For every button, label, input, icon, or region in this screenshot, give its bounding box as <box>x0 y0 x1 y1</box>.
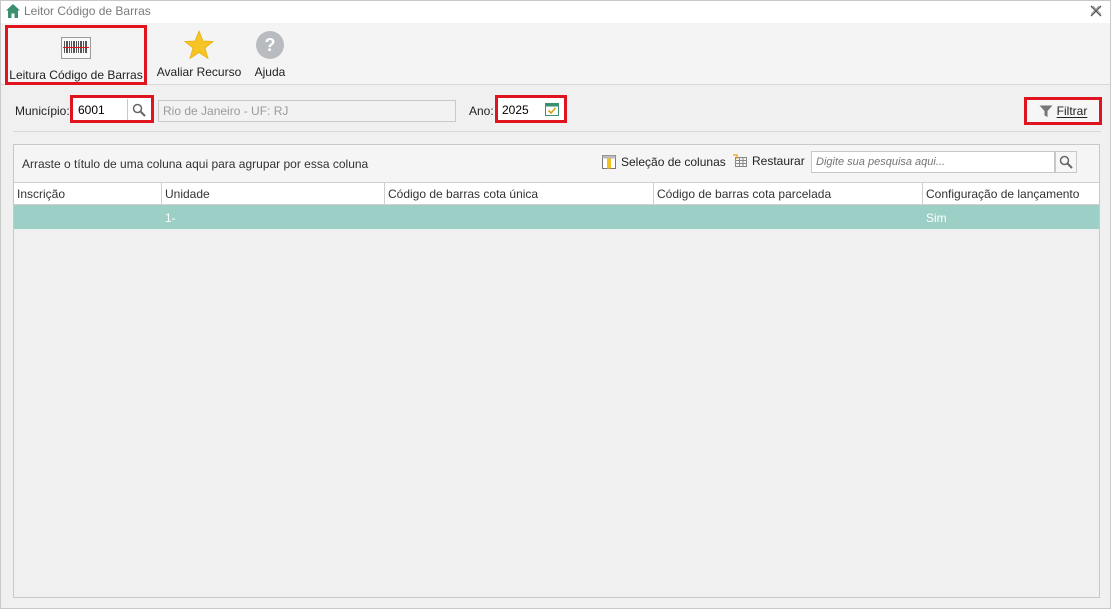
column-header-cota-unica[interactable]: Código de barras cota única <box>385 183 654 205</box>
filter-row: Município: Rio de Janeiro - UF: RJ Ano: <box>1 95 1110 125</box>
title-bar: Leitor Código de Barras <box>1 1 1110 23</box>
help-button[interactable]: ? Ajuda <box>249 29 291 83</box>
cell-cota-unica <box>385 205 654 229</box>
cell-cota-parcelada <box>654 205 923 229</box>
filter-button[interactable]: Filtrar <box>1024 97 1102 125</box>
search-icon <box>132 103 146 117</box>
table-row[interactable]: 1- Sim <box>14 205 1099 229</box>
barcode-reading-label: Leitura Código de Barras <box>9 68 143 82</box>
restore-grid-icon <box>732 154 748 168</box>
close-icon <box>1090 5 1102 17</box>
close-button[interactable] <box>1088 3 1104 19</box>
barcode-icon <box>60 32 92 64</box>
column-selection-label: Seleção de colunas <box>621 155 726 169</box>
municipio-input[interactable] <box>76 101 128 119</box>
grid-header: Inscrição Unidade Código de barras cota … <box>14 182 1099 205</box>
cell-inscricao <box>14 205 162 229</box>
svg-text:?: ? <box>265 35 276 55</box>
municipio-label: Município: <box>15 104 70 118</box>
cell-unidade: 1- <box>165 211 176 225</box>
municipio-search-button[interactable] <box>127 99 149 120</box>
window-title: Leitor Código de Barras <box>24 4 151 18</box>
group-hint: Arraste o título de uma coluna aqui para… <box>22 157 369 171</box>
home-icon <box>5 3 21 19</box>
ano-field[interactable] <box>495 95 567 123</box>
group-panel[interactable]: Arraste o título de uma coluna aqui para… <box>14 145 1099 182</box>
ano-input[interactable] <box>501 101 543 119</box>
ano-label: Ano: <box>469 104 494 118</box>
evaluate-resource-button[interactable]: Avaliar Recurso <box>157 29 241 83</box>
help-label: Ajuda <box>254 65 286 79</box>
column-header-cota-parcelada[interactable]: Código de barras cota parcelada <box>654 183 923 205</box>
grid-search-button[interactable] <box>1055 151 1077 173</box>
column-header-unidade[interactable]: Unidade <box>162 183 385 205</box>
restore-label: Restaurar <box>752 154 805 168</box>
separator <box>13 131 1101 132</box>
restore-button[interactable]: Restaurar <box>732 154 805 168</box>
barcode-reading-button[interactable]: Leitura Código de Barras <box>5 25 147 85</box>
grid-search-input[interactable] <box>811 151 1055 173</box>
column-selection-button[interactable]: Seleção de colunas <box>601 154 726 170</box>
app-window: Leitor Código de Barras Leitura Código d… <box>0 0 1111 609</box>
municipio-field[interactable] <box>70 95 154 123</box>
help-icon: ? <box>254 29 286 61</box>
star-icon <box>183 29 215 61</box>
column-header-inscricao[interactable]: Inscrição <box>14 183 162 205</box>
filter-icon <box>1039 105 1053 118</box>
filter-label: Filtrar <box>1056 104 1088 118</box>
columns-icon <box>601 154 617 170</box>
municipio-description: Rio de Janeiro - UF: RJ <box>158 100 456 122</box>
evaluate-resource-label: Avaliar Recurso <box>156 65 242 79</box>
cell-configuracao: Sim <box>926 211 947 225</box>
column-header-configuracao[interactable]: Configuração de lançamento <box>923 183 1099 205</box>
calendar-icon[interactable] <box>544 101 560 117</box>
search-icon <box>1059 155 1073 169</box>
ribbon-toolbar: Leitura Código de Barras Avaliar Recurso… <box>1 23 1110 85</box>
data-grid: Arraste o título de uma coluna aqui para… <box>13 144 1100 598</box>
